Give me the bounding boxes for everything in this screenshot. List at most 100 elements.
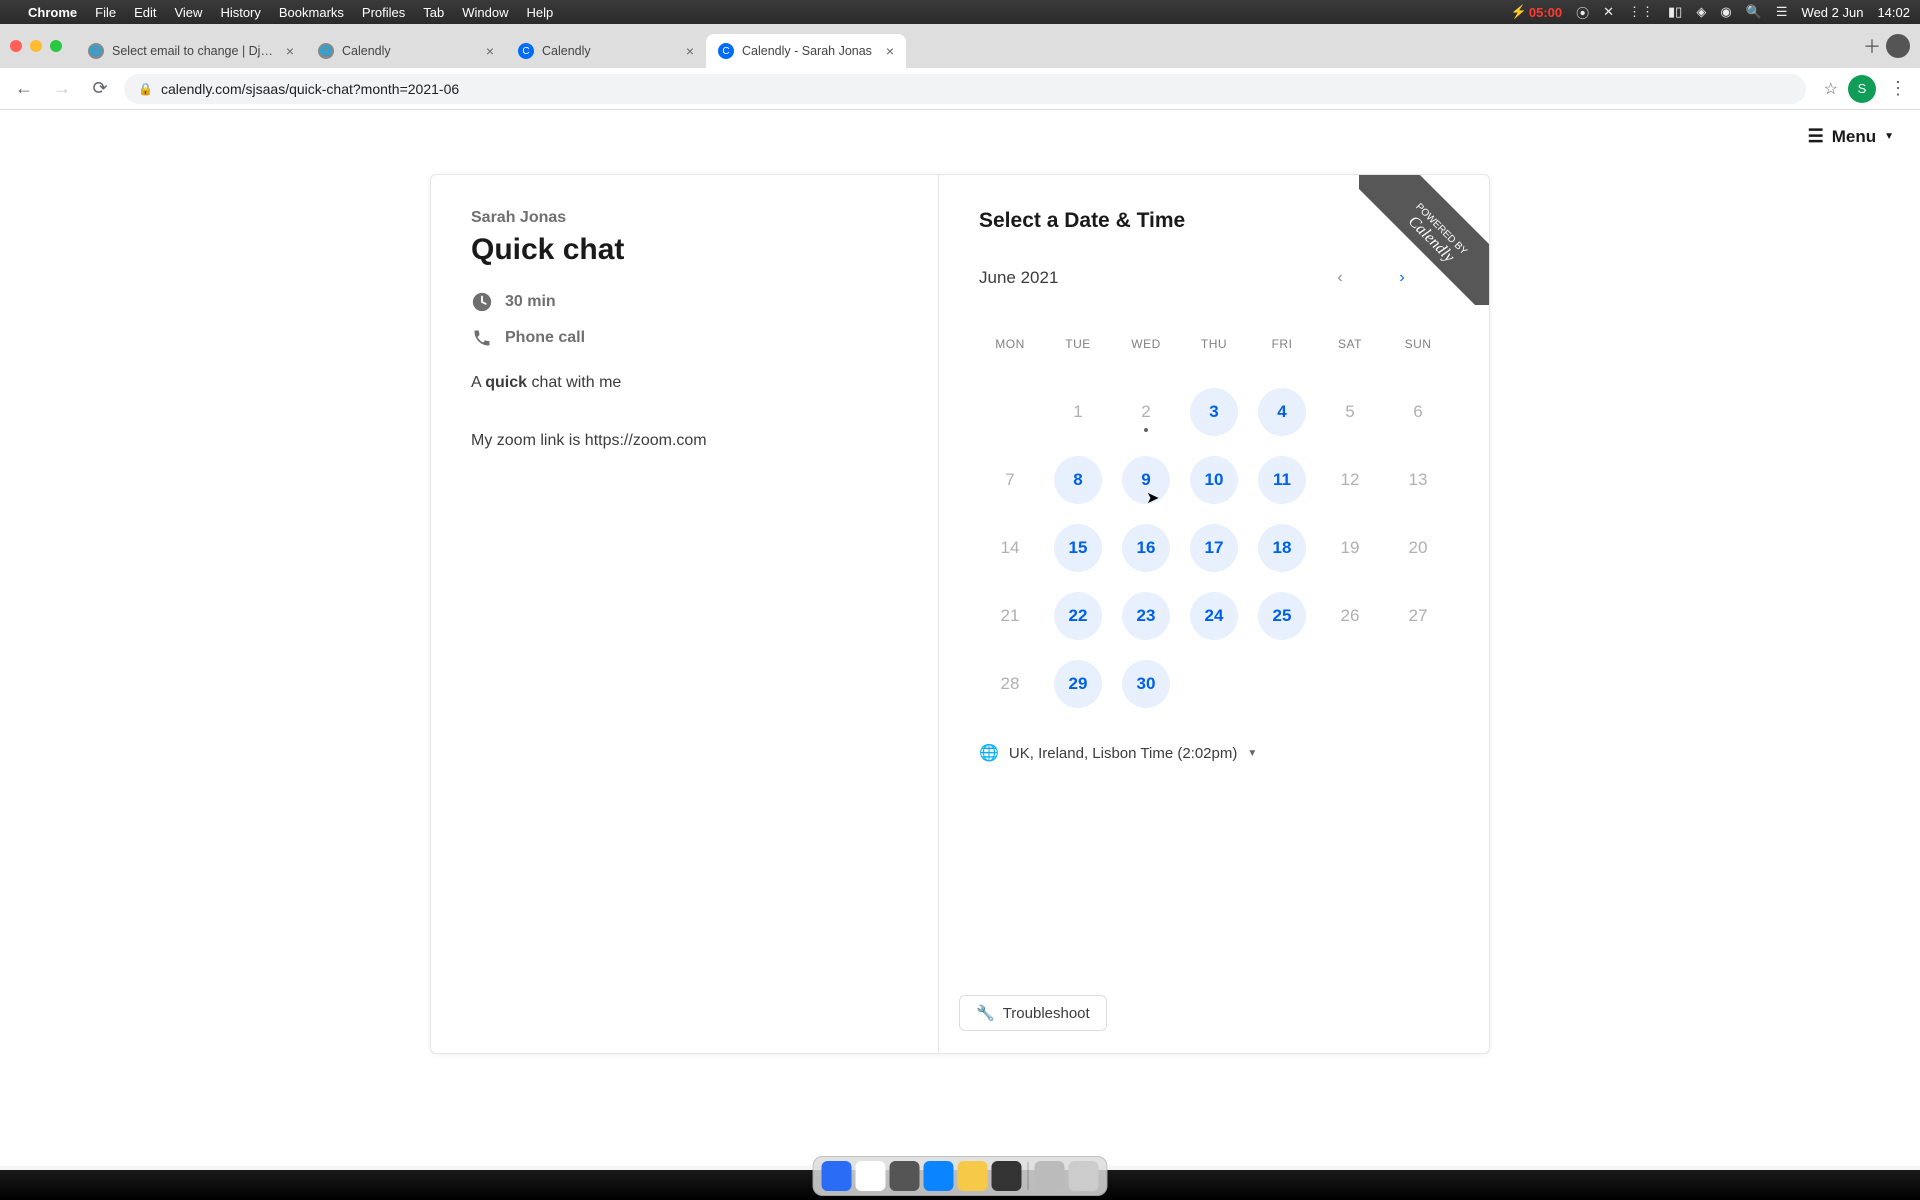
fullscreen-window-button[interactable] (50, 40, 62, 52)
calendar-day-available[interactable]: 15 (1054, 524, 1102, 572)
window-controls (10, 40, 62, 52)
menu-view[interactable]: View (174, 5, 202, 20)
battery-icon[interactable]: ▮▯ (1668, 4, 1682, 20)
calendar-day-disabled: 1 (1054, 388, 1102, 436)
calendar-day-available[interactable]: 30 (1122, 660, 1170, 708)
event-title: Quick chat (471, 233, 898, 267)
menu-help[interactable]: Help (527, 5, 554, 20)
minimize-window-button[interactable] (30, 40, 42, 52)
globe-icon: 🌐 (979, 743, 999, 763)
powered-by-ribbon[interactable]: POWERED BY Calendly (1359, 175, 1489, 305)
chrome-toolbar: ← → ⟳ 🔒 calendly.com/sjsaas/quick-chat?m… (0, 68, 1920, 110)
status-icon-3[interactable]: ⋮⋮ (1628, 4, 1654, 20)
dock-chrome[interactable] (856, 1161, 886, 1191)
browser-tab[interactable]: 🌐Calendly× (306, 34, 506, 68)
user-icon[interactable]: ◉ (1720, 4, 1731, 20)
wifi-icon[interactable]: ◈ (1696, 4, 1706, 20)
dock-separator (1028, 1162, 1029, 1190)
macos-dock (813, 1156, 1108, 1196)
browser-tab[interactable]: CCalendly× (506, 34, 706, 68)
calendar-day-available[interactable]: 22 (1054, 592, 1102, 640)
spotlight-icon[interactable]: 🔍 (1746, 4, 1762, 20)
dock-app-3[interactable] (890, 1161, 920, 1191)
bookmark-star-icon[interactable]: ☆ (1824, 79, 1838, 99)
menu-file[interactable]: File (95, 5, 116, 20)
calendar-day-available[interactable]: 25 (1258, 592, 1306, 640)
calendar-day-available[interactable]: 4 (1258, 388, 1306, 436)
dock-app-5[interactable] (958, 1161, 988, 1191)
calendar-pane: POWERED BY Calendly Select a Date & Time… (939, 175, 1489, 1053)
calendar-blank (979, 381, 1041, 443)
menubar-app-name[interactable]: Chrome (28, 5, 77, 20)
clock-icon (471, 291, 493, 313)
address-bar[interactable]: 🔒 calendly.com/sjsaas/quick-chat?month=2… (124, 74, 1806, 104)
day-of-week-header: FRI (1251, 313, 1313, 375)
back-button[interactable]: ← (10, 78, 38, 99)
globe-favicon: 🌐 (88, 43, 104, 59)
prev-month-button[interactable]: ‹ (1323, 261, 1357, 295)
menubar-date[interactable]: Wed 2 Jun (1802, 5, 1864, 20)
day-of-week-header: SAT (1319, 313, 1381, 375)
calendar-day-disabled: 14 (986, 524, 1034, 572)
browser-tab[interactable]: 🌐Select email to change | Django× (76, 34, 306, 68)
new-tab-button[interactable]: ＋ (1858, 32, 1886, 60)
dock-app-6[interactable] (1035, 1161, 1065, 1191)
chrome-profile-avatar[interactable]: S (1848, 75, 1876, 103)
calendar-day-available[interactable]: 8 (1054, 456, 1102, 504)
calendar-day-available[interactable]: 3 (1190, 388, 1238, 436)
calendly-favicon: C (518, 43, 534, 59)
calendar-day-disabled: 7 (986, 456, 1034, 504)
menu-tab[interactable]: Tab (423, 5, 444, 20)
chrome-menu-button[interactable]: ⋮ (1886, 78, 1910, 99)
wrench-icon: 🔧 (976, 1004, 995, 1022)
menu-profiles[interactable]: Profiles (362, 5, 405, 20)
reload-button[interactable]: ⟳ (86, 78, 114, 99)
status-icon-1[interactable]: ⦿ (1576, 3, 1589, 22)
calendar-day-available[interactable]: 17 (1190, 524, 1238, 572)
hamburger-icon: ☰ (1808, 126, 1824, 147)
timezone-label: UK, Ireland, Lisbon Time (2:02pm) (1009, 745, 1237, 762)
location-text: Phone call (505, 329, 585, 347)
calendar-day-available[interactable]: 11 (1258, 456, 1306, 504)
tab-title: Calendly (342, 44, 478, 58)
close-window-button[interactable] (10, 40, 22, 52)
calendar-day-available[interactable]: 29 (1054, 660, 1102, 708)
control-center-icon[interactable]: ☰ (1776, 4, 1788, 20)
calendar-day-disabled: 20 (1394, 524, 1442, 572)
booking-card: Sarah Jonas Quick chat 30 min Phone call… (430, 174, 1490, 1054)
dock-terminal[interactable] (992, 1161, 1022, 1191)
dock-app-4[interactable] (924, 1161, 954, 1191)
menu-window[interactable]: Window (462, 5, 508, 20)
tab-close-button[interactable]: × (286, 43, 294, 59)
timezone-selector[interactable]: 🌐 UK, Ireland, Lisbon Time (2:02pm) ▼ (979, 743, 1449, 763)
page-content: ☰ Menu ▼ Sarah Jonas Quick chat 30 min P… (0, 110, 1920, 1166)
calendar-header: June 2021 ‹ › (979, 261, 1419, 295)
calendar-day-available[interactable]: 9 (1122, 456, 1170, 504)
dock-trash[interactable] (1069, 1161, 1099, 1191)
browser-tab[interactable]: CCalendly - Sarah Jonas× (706, 34, 906, 68)
status-icon-2[interactable]: ✕ (1603, 4, 1614, 20)
battery-indicator[interactable]: ⚡05:00 (1511, 4, 1562, 20)
tab-close-button[interactable]: × (486, 43, 494, 59)
calendar-grid: MONTUEWEDTHUFRISATSUN1234567891011121314… (979, 313, 1449, 715)
menubar-time[interactable]: 14:02 (1877, 5, 1910, 20)
calendly-favicon: C (718, 43, 734, 59)
dock-finder[interactable] (822, 1161, 852, 1191)
calendar-day-available[interactable]: 10 (1190, 456, 1238, 504)
forward-button[interactable]: → (48, 78, 76, 99)
macos-menubar: Chrome File Edit View History Bookmarks … (0, 0, 1920, 24)
day-of-week-header: MON (979, 313, 1041, 375)
profile-indicator[interactable] (1886, 34, 1910, 58)
troubleshoot-button[interactable]: 🔧 Troubleshoot (959, 995, 1107, 1031)
calendar-day-available[interactable]: 18 (1258, 524, 1306, 572)
menu-history[interactable]: History (220, 5, 260, 20)
calendar-day-available[interactable]: 16 (1122, 524, 1170, 572)
calendly-menu-button[interactable]: ☰ Menu ▼ (1808, 126, 1894, 147)
tab-close-button[interactable]: × (686, 43, 694, 59)
calendar-day-available[interactable]: 24 (1190, 592, 1238, 640)
menu-bookmarks[interactable]: Bookmarks (279, 5, 344, 20)
tab-close-button[interactable]: × (886, 43, 894, 59)
menu-edit[interactable]: Edit (134, 5, 156, 20)
calendar-day-available[interactable]: 23 (1122, 592, 1170, 640)
calendar-day-disabled: 2 (1122, 388, 1170, 436)
